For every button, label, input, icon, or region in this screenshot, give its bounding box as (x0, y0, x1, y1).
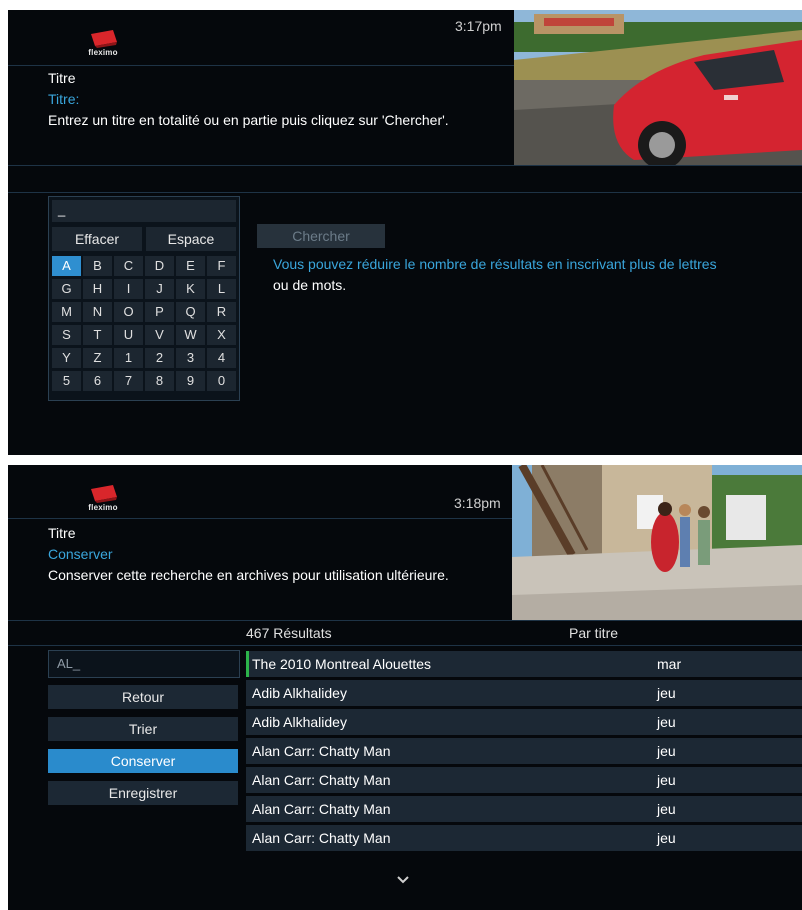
result-row[interactable]: The 2010 Montreal Alouettes mar (246, 651, 802, 677)
fleximo-logo: fleximo (83, 28, 123, 58)
fleximo-logo: fleximo (83, 483, 123, 513)
brand-name: fleximo (88, 48, 118, 57)
key-c[interactable]: C (114, 256, 143, 276)
result-title: Adib Alkhalidey (252, 714, 347, 730)
key-2[interactable]: 2 (145, 348, 174, 368)
result-title: Alan Carr: Chatty Man (252, 801, 391, 817)
result-day: jeu (657, 801, 676, 817)
key-q[interactable]: Q (176, 302, 205, 322)
header-divider (8, 518, 512, 519)
title-input-value: _ (58, 202, 66, 217)
result-title: Alan Carr: Chatty Man (252, 830, 391, 846)
result-row[interactable]: Adib Alkhalidey jeu (246, 709, 802, 735)
key-a[interactable]: A (52, 256, 81, 276)
page-title: Titre (48, 70, 76, 86)
result-day: jeu (657, 743, 676, 759)
clock: 3:18pm (454, 495, 501, 511)
divider-bottom (8, 192, 802, 193)
key-o[interactable]: O (114, 302, 143, 322)
key-t[interactable]: T (83, 325, 112, 345)
result-row[interactable]: Alan Carr: Chatty Man jeu (246, 796, 802, 822)
live-tv-preview (514, 10, 802, 165)
key-8[interactable]: 8 (145, 371, 174, 391)
search-query-value: AL_ (57, 656, 81, 671)
result-row[interactable]: Alan Carr: Chatty Man jeu (246, 738, 802, 764)
result-day: jeu (657, 772, 676, 788)
result-title: Alan Carr: Chatty Man (252, 743, 391, 759)
divider-bottom (8, 645, 802, 646)
key-4[interactable]: 4 (207, 348, 236, 368)
key-3[interactable]: 3 (176, 348, 205, 368)
selected-option-label: Conserver (48, 546, 113, 562)
key-l[interactable]: L (207, 279, 236, 299)
hint-text-line2: ou de mots. (273, 277, 347, 293)
key-5[interactable]: 5 (52, 371, 81, 391)
result-day: jeu (657, 714, 676, 730)
retour-button[interactable]: Retour (48, 685, 238, 709)
on-screen-keyboard: _ Effacer Espace ABCDEF GHIJKL MNOPQR STUVW… (48, 196, 240, 401)
key-0[interactable]: 0 (207, 371, 236, 391)
key-v[interactable]: V (145, 325, 174, 345)
hint-text-line1: Vous pouvez réduire le nombre de résulta… (273, 256, 717, 272)
key-p[interactable]: P (145, 302, 174, 322)
key-7[interactable]: 7 (114, 371, 143, 391)
key-d[interactable]: D (145, 256, 174, 276)
key-z[interactable]: Z (83, 348, 112, 368)
page-title: Titre (48, 525, 76, 541)
key-i[interactable]: I (114, 279, 143, 299)
key-9[interactable]: 9 (176, 371, 205, 391)
sort-label: Par titre (569, 625, 619, 641)
header-divider (8, 65, 514, 66)
enregistrer-button[interactable]: Enregistrer (48, 781, 238, 805)
key-b[interactable]: B (83, 256, 112, 276)
key-x[interactable]: X (207, 325, 236, 345)
result-title: Adib Alkhalidey (252, 685, 347, 701)
key-e[interactable]: E (176, 256, 205, 276)
title-input[interactable]: _ (52, 200, 236, 222)
key-f[interactable]: F (207, 256, 236, 276)
result-title: The 2010 Montreal Alouettes (252, 656, 432, 672)
clear-button[interactable]: Effacer (52, 227, 142, 251)
live-tv-preview (512, 465, 802, 620)
result-title: Alan Carr: Chatty Man (252, 772, 391, 788)
search-results-screen: fleximo 3:18pm Titre Conserver Conserver… (8, 465, 802, 910)
key-m[interactable]: M (52, 302, 81, 322)
trier-button[interactable]: Trier (48, 717, 238, 741)
clock: 3:17pm (455, 18, 502, 34)
focus-marker (246, 651, 249, 677)
search-keyboard-screen: fleximo 3:17pm Titre Titre: Entrez un ti… (8, 10, 802, 455)
instruction-text: Entrez un titre en totalité ou en partie… (48, 112, 449, 128)
field-label: Titre: (48, 91, 80, 107)
key-h[interactable]: H (83, 279, 112, 299)
result-row[interactable]: Alan Carr: Chatty Man jeu (246, 767, 802, 793)
result-row[interactable]: Alan Carr: Chatty Man jeu (246, 825, 802, 851)
key-6[interactable]: 6 (83, 371, 112, 391)
brand-name: fleximo (88, 503, 118, 512)
conserver-button[interactable]: Conserver (48, 749, 238, 773)
search-button[interactable]: Chercher (257, 224, 385, 248)
key-n[interactable]: N (83, 302, 112, 322)
search-query-field[interactable]: AL_ (48, 650, 240, 678)
result-day: mar (657, 656, 682, 672)
results-count: 467 Résultats (246, 625, 332, 641)
result-day: jeu (657, 685, 676, 701)
key-y[interactable]: Y (52, 348, 81, 368)
space-button[interactable]: Espace (146, 227, 236, 251)
key-s[interactable]: S (52, 325, 81, 345)
divider-top (8, 165, 802, 166)
key-w[interactable]: W (176, 325, 205, 345)
key-g[interactable]: G (52, 279, 81, 299)
key-u[interactable]: U (114, 325, 143, 345)
key-r[interactable]: R (207, 302, 236, 322)
key-j[interactable]: J (145, 279, 174, 299)
divider-top (8, 620, 802, 621)
result-row[interactable]: Adib Alkhalidey jeu (246, 680, 802, 706)
description-text: Conserver cette recherche en archives po… (48, 567, 449, 583)
key-k[interactable]: K (176, 279, 205, 299)
chevron-down-icon[interactable] (396, 875, 410, 885)
result-day: jeu (657, 830, 676, 846)
key-1[interactable]: 1 (114, 348, 143, 368)
